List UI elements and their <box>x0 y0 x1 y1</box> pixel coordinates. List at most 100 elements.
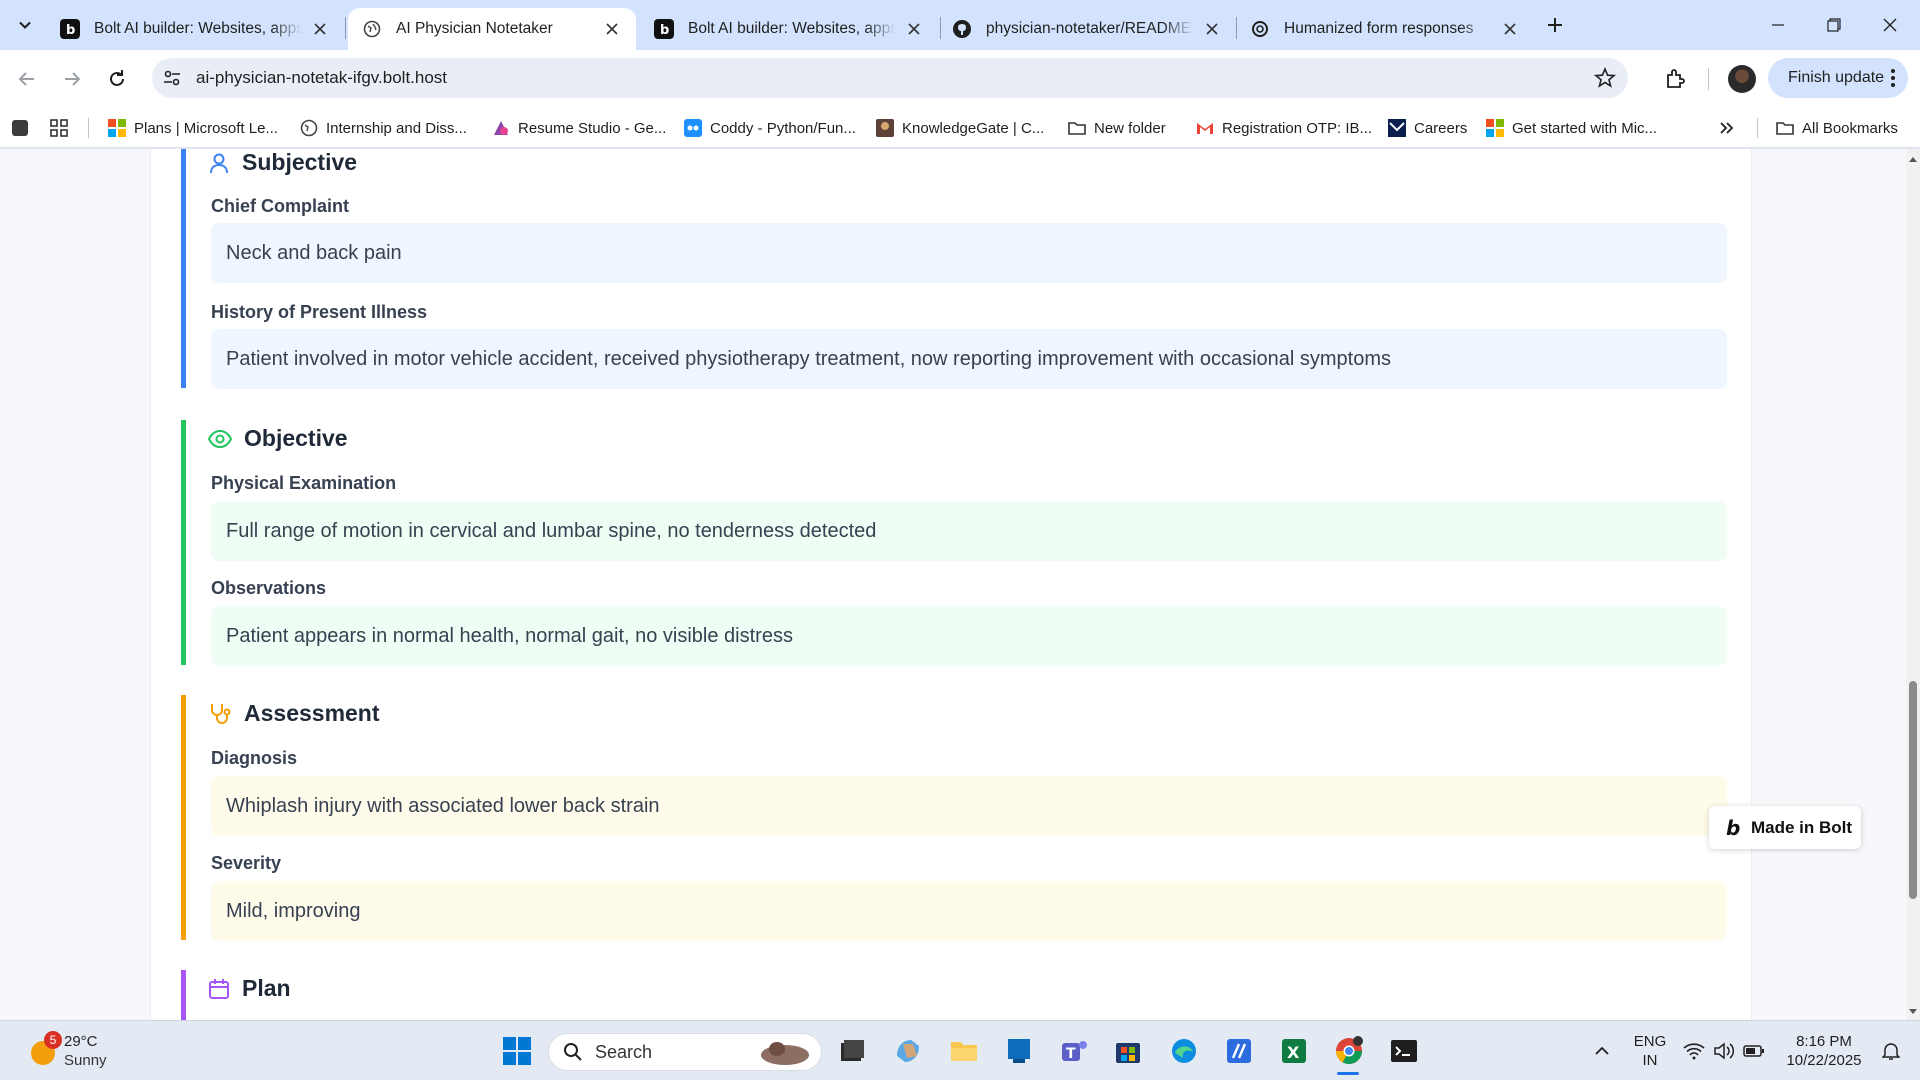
minimize-icon <box>1772 24 1784 26</box>
finish-update-button[interactable]: Finish update <box>1768 58 1908 98</box>
arrow-right-icon <box>65 72 81 86</box>
tab-humanized-form[interactable]: Humanized form responses <box>1236 8 1534 50</box>
subjective-heading: Subjective <box>208 149 357 176</box>
tab-search-button[interactable] <box>10 10 40 40</box>
bookmark-folder[interactable]: New folder <box>1068 116 1166 140</box>
scrollbar-thumb[interactable] <box>1909 681 1917 899</box>
plan-section: Plan <box>181 970 1724 1020</box>
sidebar-toggle-button[interactable] <box>11 116 29 140</box>
close-icon[interactable] <box>602 19 622 39</box>
tab-divider <box>345 17 346 39</box>
back-button[interactable] <box>11 63 43 95</box>
new-tab-button[interactable] <box>1540 10 1570 40</box>
chrome-button[interactable] <box>1329 1031 1369 1075</box>
clock[interactable]: 8:16 PM 10/22/2025 <box>1776 1032 1872 1070</box>
notifications-button[interactable] <box>1876 1031 1906 1071</box>
subjective-title: Subjective <box>242 149 358 175</box>
reload-button[interactable] <box>101 63 133 95</box>
tab-bolt-2[interactable]: b Bolt AI builder: Websites, apps & prot… <box>640 8 938 50</box>
microsoft-icon <box>108 119 126 137</box>
bookmark-item[interactable]: Registration OTP: IB... <box>1196 116 1372 140</box>
tray-overflow-button[interactable] <box>1582 1031 1622 1071</box>
diagnosis-label: Diagnosis <box>211 748 298 768</box>
star-icon[interactable] <box>1594 67 1616 89</box>
minimize-button[interactable] <box>1750 0 1806 50</box>
code-editor-icon <box>1227 1039 1251 1063</box>
file-explorer-button[interactable] <box>944 1031 984 1071</box>
observations-value: Patient appears in normal health, normal… <box>211 606 1727 666</box>
taskbar-search[interactable]: Search <box>548 1033 822 1071</box>
clock-time: 8:16 PM <box>1796 1033 1852 1050</box>
apps-grid-icon <box>50 119 68 137</box>
objective-title: Objective <box>244 425 348 451</box>
close-window-button[interactable] <box>1862 0 1918 50</box>
hpi-label: History of Present Illness <box>211 302 428 322</box>
weather-widget[interactable]: 5 29°C Sunny <box>22 1031 222 1073</box>
bookmarks-divider <box>1757 118 1758 138</box>
close-icon[interactable] <box>310 19 330 39</box>
made-in-bolt-badge[interactable]: b Made in Bolt <box>1709 806 1861 849</box>
user-icon <box>210 153 228 173</box>
severity-value: Mild, improving <box>211 881 1727 941</box>
task-view-button[interactable] <box>832 1031 872 1071</box>
tab-github-readme[interactable]: physician-notetaker/README.md <box>938 8 1236 50</box>
store-icon <box>1116 1043 1140 1063</box>
bookmark-item[interactable]: Plans | Microsoft Le... <box>108 116 278 140</box>
bookmark-label: Careers <box>1414 119 1468 137</box>
page-scrollbar[interactable] <box>1906 149 1920 1020</box>
copilot-icon <box>897 1040 919 1062</box>
site-info-icon[interactable] <box>162 68 182 88</box>
vscode-button[interactable] <box>1219 1031 1259 1071</box>
copilot-button[interactable] <box>888 1031 928 1071</box>
store-button[interactable] <box>1108 1031 1148 1071</box>
more-bookmarks-button[interactable] <box>1718 116 1734 140</box>
made-in-bolt-label: Made in Bolt <box>1751 817 1853 837</box>
address-bar[interactable]: ai-physician-notetak-ifgv.bolt.host <box>152 58 1628 98</box>
scroll-up-icon[interactable] <box>1906 153 1920 167</box>
assessment-heading: Assessment <box>208 700 380 727</box>
network-volume-battery[interactable] <box>1676 1031 1772 1071</box>
toolbar-divider <box>1708 68 1709 90</box>
close-icon[interactable] <box>1202 19 1222 39</box>
notification-bell-icon <box>1882 1043 1900 1060</box>
coddy-icon <box>684 119 702 137</box>
gmail-icon <box>1197 123 1213 134</box>
bookmark-item[interactable]: Resume Studio - Ge... <box>492 116 666 140</box>
extensions-icon[interactable] <box>1663 67 1687 91</box>
bookmark-item[interactable]: Coddy - Python/Fun... <box>684 116 856 140</box>
bookmark-label: New folder <box>1094 119 1166 137</box>
tab-title: physician-notetaker/README.md <box>986 20 1194 37</box>
tab-bolt-1[interactable]: b Bolt AI builder: Websites, apps & prot… <box>46 8 344 50</box>
bookmark-item[interactable]: Careers <box>1388 116 1467 140</box>
close-icon[interactable] <box>904 19 924 39</box>
globe-icon <box>300 119 318 137</box>
tab-ai-physician-notetaker[interactable]: AI Physician Notetaker <box>348 8 636 50</box>
page-viewport: Subjective Chief Complaint Neck and back… <box>0 149 1906 1020</box>
restore-button[interactable] <box>1806 0 1862 50</box>
forward-button[interactable] <box>56 63 88 95</box>
weather-desc: Sunny <box>64 1052 107 1069</box>
apps-button[interactable] <box>49 116 69 140</box>
clock-date: 10/22/2025 <box>1786 1052 1862 1069</box>
teams-button[interactable]: T <box>1054 1031 1094 1071</box>
browser-toolbar: ai-physician-notetak-ifgv.bolt.host Fini… <box>0 50 1920 108</box>
bookmark-item[interactable]: Internship and Diss... <box>300 116 467 140</box>
bookmark-item[interactable]: KnowledgeGate | C... <box>876 116 1044 140</box>
close-icon[interactable] <box>1500 19 1520 39</box>
soap-note-card: Subjective Chief Complaint Neck and back… <box>150 149 1752 1020</box>
excel-button[interactable]: X <box>1274 1031 1314 1071</box>
bookmark-item[interactable]: Get started with Mic... <box>1486 116 1657 140</box>
all-bookmarks-button[interactable]: All Bookmarks <box>1776 116 1898 140</box>
start-button[interactable] <box>497 1031 537 1071</box>
svg-text:T: T <box>1066 1046 1076 1062</box>
subjective-section: Subjective Chief Complaint Neck and back… <box>181 149 1727 389</box>
scroll-down-icon[interactable] <box>1906 1004 1920 1018</box>
edge-button[interactable] <box>1164 1031 1204 1071</box>
tab-title: Humanized form responses <box>1284 20 1474 37</box>
microsoft-icon <box>1486 119 1504 137</box>
url-text[interactable]: ai-physician-notetak-ifgv.bolt.host <box>196 68 447 88</box>
app-button[interactable] <box>999 1031 1039 1071</box>
avatar[interactable] <box>1728 65 1756 93</box>
language-indicator[interactable]: ENG IN <box>1628 1032 1672 1070</box>
terminal-button[interactable] <box>1384 1031 1424 1071</box>
